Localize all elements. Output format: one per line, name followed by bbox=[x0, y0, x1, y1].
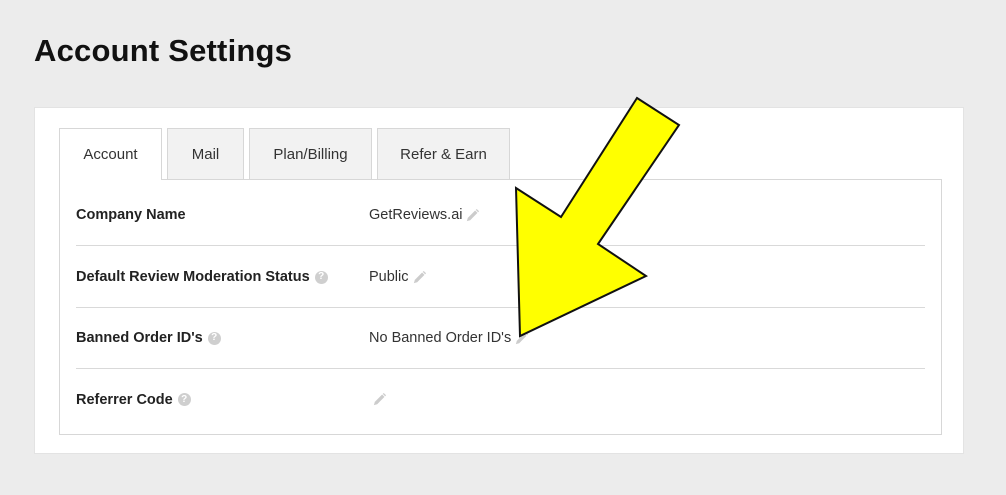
banned-order-ids-label: Banned Order ID's bbox=[76, 330, 203, 346]
question-circle-icon[interactable]: ? bbox=[314, 270, 328, 284]
tab-account[interactable]: Account bbox=[59, 128, 162, 180]
pencil-icon[interactable] bbox=[372, 392, 387, 407]
tab-mail[interactable]: Mail bbox=[167, 128, 244, 179]
question-circle-icon[interactable]: ? bbox=[207, 331, 221, 345]
tab-plan-billing[interactable]: Plan/Billing bbox=[249, 128, 372, 179]
row-value-referrer-code bbox=[369, 392, 387, 407]
pencil-icon[interactable] bbox=[514, 331, 529, 346]
row-value-banned-order-ids: No Banned Order ID's bbox=[369, 330, 529, 346]
company-name-value: GetReviews.ai bbox=[369, 207, 463, 223]
referrer-code-label: Referrer Code bbox=[76, 391, 173, 408]
tab-refer-earn[interactable]: Refer & Earn bbox=[377, 128, 510, 179]
settings-row-company-name: Company Name GetReviews.ai bbox=[76, 185, 925, 246]
pencil-icon[interactable] bbox=[412, 270, 427, 285]
row-label-moderation-status: Default Review Moderation Status ? bbox=[76, 269, 369, 285]
row-value-company-name: GetReviews.ai bbox=[369, 207, 480, 223]
account-tab-content: Company Name GetReviews.ai Default Revie… bbox=[59, 179, 942, 435]
page-title: Account Settings bbox=[34, 33, 293, 68]
row-label-company-name: Company Name bbox=[76, 207, 369, 223]
banned-order-ids-value: No Banned Order ID's bbox=[369, 330, 512, 346]
settings-row-referrer-code: Referrer Code ? bbox=[76, 369, 925, 430]
row-label-banned-order-ids: Banned Order ID's ? bbox=[76, 330, 369, 346]
pencil-icon[interactable] bbox=[465, 208, 480, 223]
company-name-label: Company Name bbox=[76, 207, 186, 223]
row-label-referrer-code: Referrer Code ? bbox=[76, 392, 369, 408]
row-value-moderation-status: Public bbox=[369, 269, 427, 285]
tab-bar: Account Mail Plan/Billing Refer & Earn bbox=[59, 128, 510, 180]
moderation-status-label: Default Review Moderation Status bbox=[76, 269, 310, 285]
moderation-status-value: Public bbox=[369, 269, 409, 285]
question-circle-icon[interactable]: ? bbox=[177, 393, 191, 406]
settings-row-moderation-status: Default Review Moderation Status ? Publi… bbox=[76, 247, 925, 308]
settings-row-banned-order-ids: Banned Order ID's ? No Banned Order ID's bbox=[76, 308, 925, 369]
settings-panel: Account Mail Plan/Billing Refer & Earn C… bbox=[34, 107, 964, 454]
